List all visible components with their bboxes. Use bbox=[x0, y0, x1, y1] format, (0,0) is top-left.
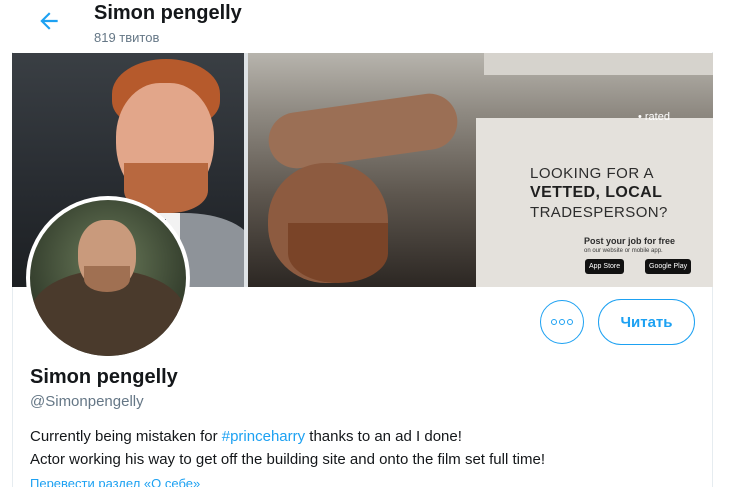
app-store-badge: App Store bbox=[585, 259, 625, 274]
google-play-badge: Google Play bbox=[645, 259, 692, 274]
ad-headline-1: LOOKING FOR A bbox=[530, 165, 655, 182]
ad-post-text: Post your job for free bbox=[584, 236, 676, 246]
hashtag-link[interactable]: #princeharry bbox=[222, 428, 305, 445]
bio-line-1: Currently being mistaken for #princeharr… bbox=[30, 428, 462, 445]
ad-post-subtext: on our website or mobile app. bbox=[584, 248, 663, 254]
display-name: Simon pengelly bbox=[30, 366, 178, 388]
ad-headline-2: VETTED, LOCAL bbox=[530, 184, 663, 201]
banner-photo-right: • rated LOOKING FOR A VETTED, LOCAL TRADE… bbox=[248, 53, 713, 287]
more-options-button[interactable] bbox=[540, 300, 584, 344]
more-dots-icon bbox=[551, 319, 573, 325]
ad-headline-3: TRADESPERSON? bbox=[530, 204, 668, 221]
user-handle: @Simonpengelly bbox=[30, 393, 144, 410]
tweet-count: 819 твитов bbox=[94, 30, 160, 45]
translate-bio-link[interactable]: Перевести раздел «О себе» bbox=[30, 476, 200, 487]
header-title: Simon pengelly bbox=[94, 2, 242, 24]
ad-logo: • rated bbox=[638, 111, 670, 123]
bio-line-2: Actor working his way to get off the bui… bbox=[30, 451, 545, 468]
avatar[interactable] bbox=[26, 196, 190, 360]
back-button[interactable] bbox=[36, 8, 62, 34]
avatar-photo bbox=[30, 200, 186, 356]
arrow-left-icon bbox=[40, 12, 58, 30]
follow-button[interactable]: Читать bbox=[598, 299, 695, 345]
profile-header: Simon pengelly 819 твитов bbox=[12, 0, 713, 52]
